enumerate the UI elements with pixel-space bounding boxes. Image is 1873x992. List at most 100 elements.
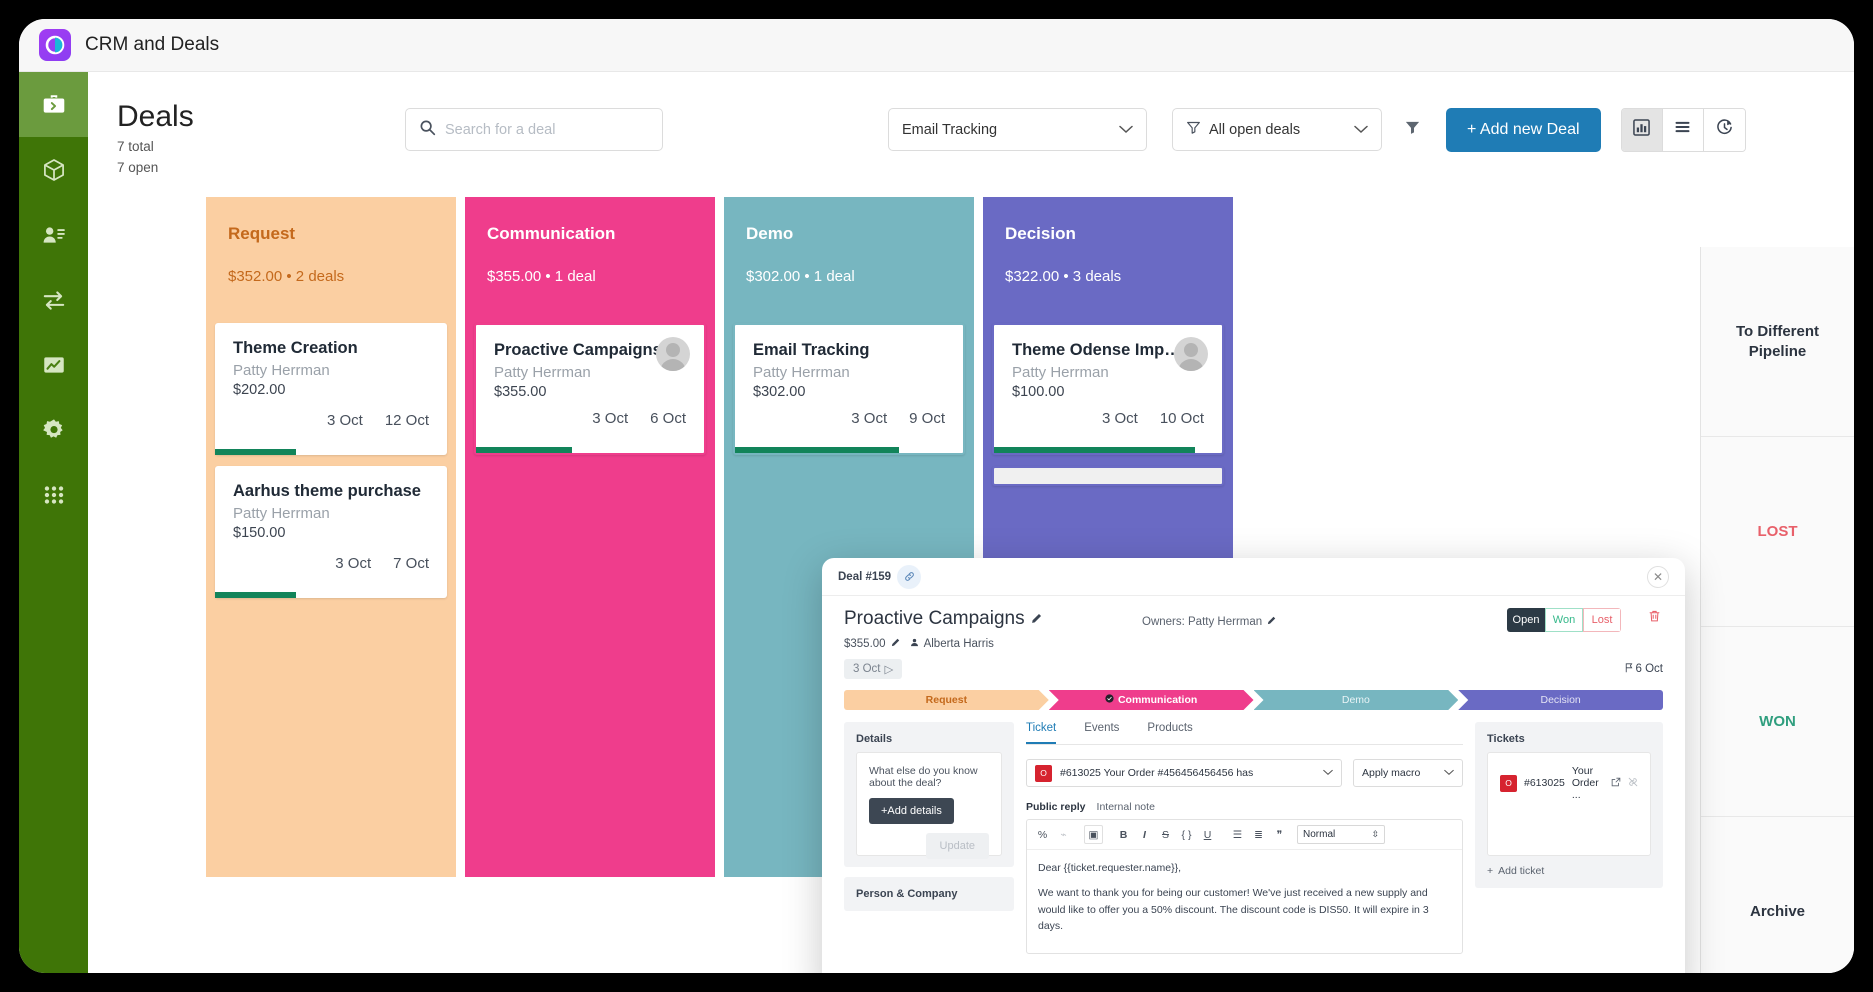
deal-contact[interactable]: Alberta Harris xyxy=(910,638,994,650)
rail-label: WON xyxy=(1759,712,1796,730)
pipeline-select[interactable]: Email Tracking xyxy=(888,108,1147,151)
reply-line-greeting: Dear {{ticket.requester.name}}, xyxy=(1038,862,1182,874)
search-box[interactable] xyxy=(405,108,663,151)
board-view-button[interactable] xyxy=(1621,109,1663,151)
deal-start-chip[interactable]: 3 Oct ▷ xyxy=(844,659,903,679)
deal-due-date-text: 6 Oct xyxy=(1635,663,1663,675)
column-cards[interactable]: Theme Creation Patty Herrman $202.00 3 O… xyxy=(206,317,456,877)
gear-icon xyxy=(41,417,67,443)
deal-subline: $355.00 Alberta Harris xyxy=(844,638,1663,650)
pencil-icon[interactable] xyxy=(891,638,900,650)
link-break-icon[interactable]: ⌁ xyxy=(1054,825,1073,844)
details-title: Details xyxy=(856,733,893,745)
column-cards[interactable]: Proactive Campaigns Patty Herrman $355.0… xyxy=(465,317,715,877)
update-button[interactable]: Update xyxy=(925,833,989,859)
deal-card-end-date: 7 Oct xyxy=(393,555,429,572)
column-header: Communication $355.00 • 1 deal xyxy=(465,197,715,317)
sidebar-item-apps[interactable] xyxy=(19,462,88,527)
status-open-button[interactable]: Open xyxy=(1507,608,1545,632)
deal-card-start-date: 3 Oct xyxy=(326,412,363,429)
quote-icon[interactable]: ❞ xyxy=(1270,825,1289,844)
bold-icon[interactable]: B xyxy=(1114,825,1133,844)
add-new-deal-button[interactable]: + Add new Deal xyxy=(1446,108,1601,152)
sidebar-item-products[interactable] xyxy=(19,137,88,202)
sidebar-item-contacts[interactable] xyxy=(19,202,88,267)
funnel-icon xyxy=(1186,120,1201,139)
code-icon[interactable]: { } xyxy=(1177,825,1196,844)
chevron-down-icon xyxy=(1444,767,1454,779)
filter-button[interactable] xyxy=(1394,108,1430,151)
deal-title-text: Proactive Campaigns xyxy=(844,608,1025,629)
deal-card-title: Email Tracking xyxy=(753,341,870,359)
sidebar-item-deals[interactable] xyxy=(19,72,88,137)
tab-events[interactable]: Events xyxy=(1084,722,1119,744)
rail-label: To Different Pipeline xyxy=(1735,323,1820,360)
add-details-button[interactable]: +Add details xyxy=(869,798,954,824)
reply-type-tabs: Public reply Internal note xyxy=(1026,801,1463,813)
rail-lost[interactable]: LOST xyxy=(1701,437,1854,627)
person-icon xyxy=(910,638,919,650)
bullet-list-icon[interactable]: ☰ xyxy=(1228,825,1247,844)
history-view-button[interactable] xyxy=(1703,109,1745,151)
image-icon[interactable]: ▣ xyxy=(1084,825,1103,844)
internal-note-tab[interactable]: Internal note xyxy=(1097,801,1155,813)
attachment-icon[interactable]: % xyxy=(1033,825,1052,844)
board-chart-icon xyxy=(1633,119,1650,141)
status-lost-button[interactable]: Lost xyxy=(1583,608,1621,632)
trash-icon[interactable] xyxy=(1648,609,1661,628)
ticket-select[interactable]: O #613025 Your Order #456456456456 has xyxy=(1026,759,1342,787)
status-won-button[interactable]: Won xyxy=(1545,608,1583,632)
column-meta: $355.00 • 1 deal xyxy=(487,268,596,285)
stage-communication[interactable]: Communication xyxy=(1049,690,1254,710)
format-select[interactable]: Normal ⇳ xyxy=(1297,825,1385,844)
deal-card[interactable]: Aarhus theme purchase Patty Herrman $150… xyxy=(215,466,447,598)
numbered-list-icon[interactable]: ≣ xyxy=(1249,825,1268,844)
page-title: Deals xyxy=(117,100,194,133)
grid-apps-icon xyxy=(41,482,67,508)
close-icon[interactable]: ✕ xyxy=(1647,565,1669,588)
reply-body[interactable]: Dear {{ticket.requester.name}}, We want … xyxy=(1027,850,1462,953)
add-ticket-button[interactable]: + Add ticket xyxy=(1487,865,1651,877)
contacts-icon xyxy=(41,222,67,248)
deal-card-partial[interactable] xyxy=(992,466,1224,486)
deal-due-date[interactable]: 6 Oct xyxy=(1625,662,1663,676)
person-company-title: Person & Company xyxy=(856,888,958,900)
public-reply-tab[interactable]: Public reply xyxy=(1026,801,1086,813)
deal-detail-modal: Deal #159 ✕ Proactive Campaigns Owners: … xyxy=(822,558,1685,973)
tab-ticket[interactable]: Ticket xyxy=(1026,722,1057,744)
stage-request[interactable]: Request xyxy=(844,690,1049,710)
rail-to-different-pipeline[interactable]: To Different Pipeline xyxy=(1701,247,1854,437)
tab-products[interactable]: Products xyxy=(1147,722,1192,744)
search-input[interactable] xyxy=(445,121,649,138)
deal-card[interactable]: Theme Creation Patty Herrman $202.00 3 O… xyxy=(215,323,447,455)
rail-won[interactable]: WON xyxy=(1701,627,1854,817)
deal-title[interactable]: Proactive Campaigns xyxy=(844,608,1042,630)
sidebar-item-transfers[interactable] xyxy=(19,267,88,332)
stage-decision[interactable]: Decision xyxy=(1458,690,1663,710)
apply-macro-select[interactable]: Apply macro xyxy=(1353,759,1463,787)
underline-icon[interactable]: U xyxy=(1198,825,1217,844)
board-column-communication: Communication $355.00 • 1 deal Proactive… xyxy=(465,197,715,877)
stage-demo[interactable]: Demo xyxy=(1254,690,1459,710)
deal-start-text: 3 Oct xyxy=(853,663,881,675)
deal-card[interactable]: Email Tracking Patty Herrman $302.00 3 O… xyxy=(733,323,965,455)
rail-archive[interactable]: Archive xyxy=(1701,817,1854,973)
window-titlebar: CRM and Deals xyxy=(19,19,1854,72)
pencil-icon[interactable] xyxy=(1031,608,1042,630)
strikethrough-icon[interactable]: S xyxy=(1156,825,1175,844)
updown-arrows-icon: ⇳ xyxy=(1371,829,1379,839)
italic-icon[interactable]: I xyxy=(1135,825,1154,844)
deal-amount[interactable]: $355.00 xyxy=(844,638,900,650)
deal-card[interactable]: Proactive Campaigns Patty Herrman $355.0… xyxy=(474,323,706,455)
link-icon[interactable] xyxy=(897,564,922,589)
pencil-icon[interactable] xyxy=(1267,616,1276,628)
list-view-button[interactable] xyxy=(1662,109,1704,151)
deal-card[interactable]: Theme Odense Imp… Patty Herrman $100.00 … xyxy=(992,323,1224,455)
ticket-list-item[interactable]: O #613025 Your Order ... xyxy=(1500,765,1638,801)
unlink-icon[interactable] xyxy=(1628,777,1638,790)
drop-rail: To Different Pipeline LOST WON Archive xyxy=(1700,247,1854,973)
sidebar-item-reports[interactable] xyxy=(19,332,88,397)
deal-filter-select[interactable]: All open deals xyxy=(1172,108,1382,151)
external-link-icon[interactable] xyxy=(1611,777,1621,790)
sidebar-item-settings[interactable] xyxy=(19,397,88,462)
